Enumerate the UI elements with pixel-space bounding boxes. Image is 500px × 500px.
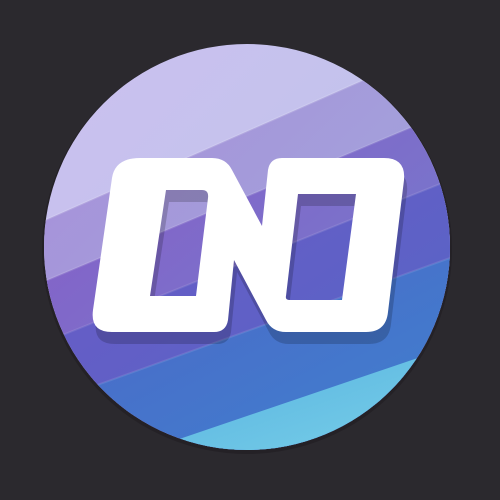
nd-logo-icon <box>42 44 452 454</box>
app-icon-canvas <box>0 0 500 500</box>
